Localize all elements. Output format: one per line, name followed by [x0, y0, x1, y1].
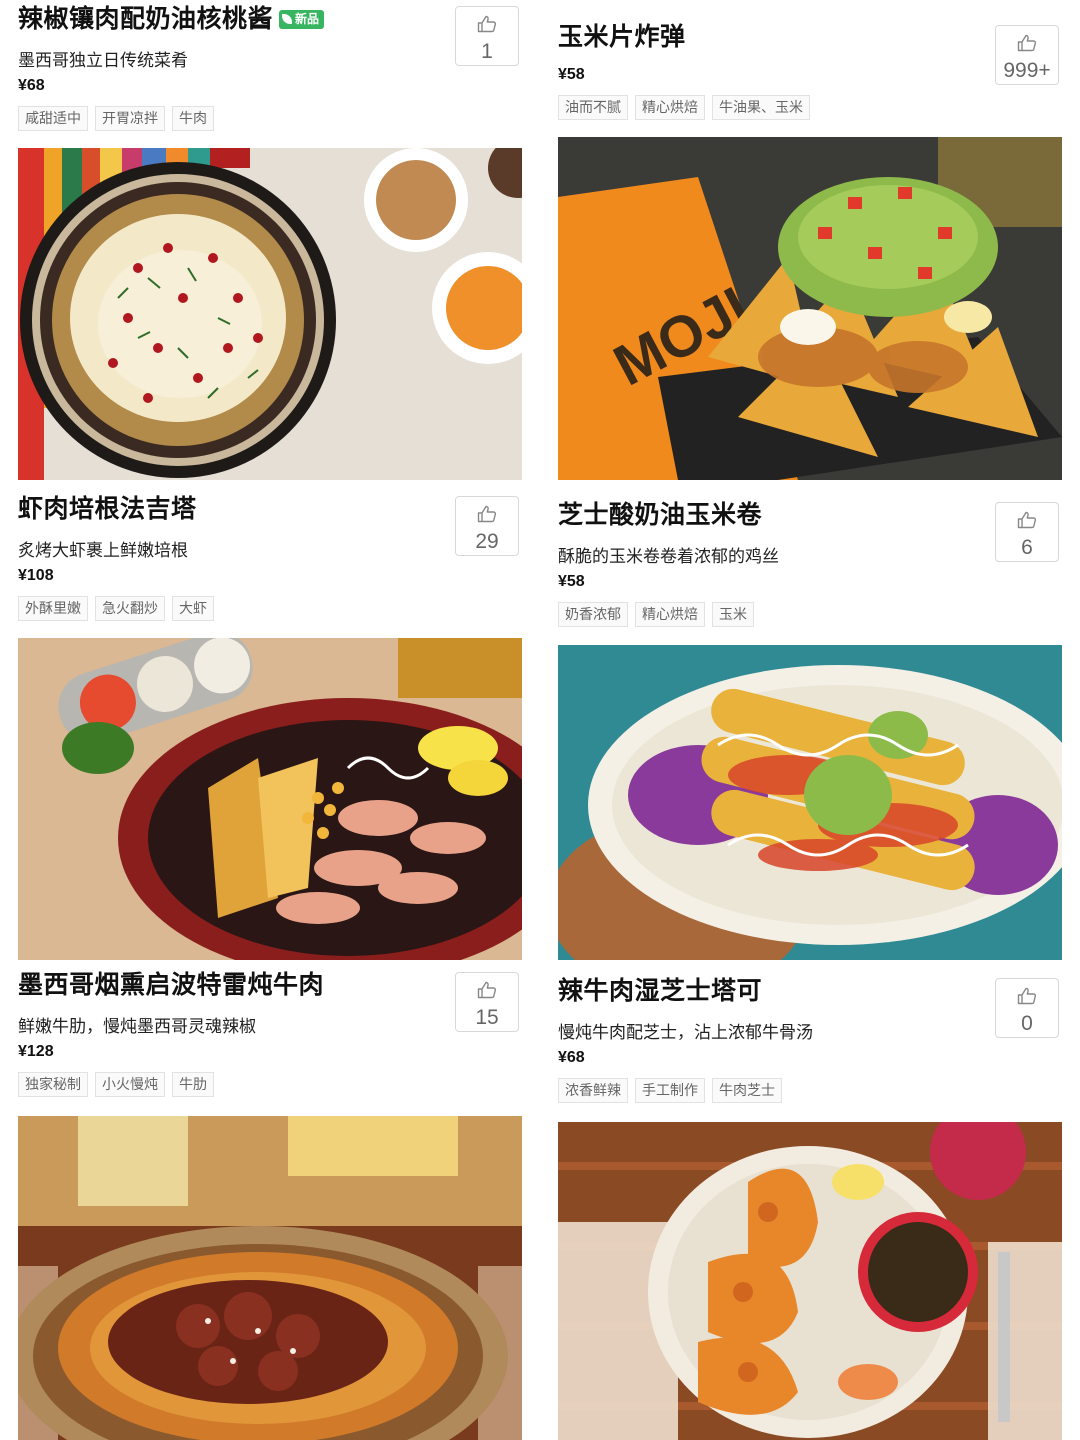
thumbs-up-icon: [477, 15, 497, 33]
dish-price: ¥58: [558, 66, 585, 83]
dish-description: 酥脆的玉米卷卷着浓郁的鸡丝: [558, 547, 779, 566]
dish-price: ¥108: [18, 567, 54, 584]
like-count: 0: [1021, 1012, 1033, 1035]
chipotle-beef-stew-photo[interactable]: [18, 1116, 522, 1440]
dish-description: 慢炖牛肉配芝士，沾上浓郁牛骨汤: [558, 1023, 813, 1042]
dish-tag: 精心烘焙: [635, 602, 705, 627]
dish-card[interactable]: 辣椒镶肉配奶油核桃酱 新品 墨西哥独立日传统菜肴 ¥68 咸甜适中 开胃凉拌 牛肉…: [18, 0, 522, 140]
birria-tacos-photo[interactable]: [558, 1122, 1062, 1440]
dish-description: 炙烤大虾裹上鲜嫩培根: [18, 541, 188, 560]
dish-description: 鲜嫩牛肋，慢炖墨西哥灵魂辣椒: [18, 1017, 256, 1036]
dish-tag: 牛肉: [172, 106, 214, 131]
like-button[interactable]: 29: [455, 496, 519, 556]
new-badge: 新品: [279, 10, 325, 29]
like-button[interactable]: 15: [455, 972, 519, 1032]
thumbs-up-icon: [477, 505, 497, 523]
dish-tag: 小火慢炖: [95, 1072, 165, 1097]
like-button[interactable]: 6: [995, 502, 1059, 562]
chile-en-nogada-photo[interactable]: [18, 148, 522, 480]
dish-tag: 咸甜适中: [18, 106, 88, 131]
leaf-icon: [282, 14, 293, 24]
like-count: 29: [475, 530, 499, 553]
dish-tags: 浓香鲜辣 手工制作 牛肉芝士: [558, 1078, 782, 1103]
dish-description: 墨西哥独立日传统菜肴: [18, 51, 188, 70]
dish-tag: 奶香浓郁: [558, 602, 628, 627]
dish-price: ¥68: [558, 1049, 585, 1066]
dish-tag: 独家秘制: [18, 1072, 88, 1097]
dish-price: ¥68: [18, 77, 45, 94]
dish-card[interactable]: 虾肉培根法吉塔 炙烤大虾裹上鲜嫩培根 ¥108 外酥里嫩 急火翻炒 大虾 29: [18, 490, 522, 630]
like-button[interactable]: 1: [455, 6, 519, 66]
dish-name: 玉米片炸弹: [558, 23, 686, 51]
dish-tag: 外酥里嫩: [18, 596, 88, 621]
dish-tag: 手工制作: [635, 1078, 705, 1103]
dish-tags: 咸甜适中 开胃凉拌 牛肉: [18, 106, 214, 131]
dish-name: 芝士酸奶油玉米卷: [558, 501, 763, 529]
dish-name-text: 辣椒镶肉配奶油核桃酱: [18, 5, 274, 33]
dish-tag: 油而不腻: [558, 95, 628, 120]
shrimp-bacon-fajita-photo[interactable]: [18, 638, 522, 960]
dish-tags: 外酥里嫩 急火翻炒 大虾: [18, 596, 214, 621]
like-count: 999+: [1003, 59, 1051, 82]
dish-name: 辣牛肉湿芝士塔可: [558, 977, 763, 1005]
dish-name: 虾肉培根法吉塔: [18, 495, 197, 523]
dish-tags: 油而不腻 精心烘焙 牛油果、玉米: [558, 95, 810, 120]
thumbs-up-icon: [477, 981, 497, 999]
dish-tag: 大虾: [172, 596, 214, 621]
like-count: 1: [481, 40, 493, 63]
dish-name: 辣椒镶肉配奶油核桃酱 新品: [18, 2, 325, 36]
dish-card[interactable]: 墨西哥烟熏启波特雷炖牛肉 鲜嫩牛肋，慢炖墨西哥灵魂辣椒 ¥128 独家秘制 小火…: [18, 968, 522, 1108]
dish-card[interactable]: 玉米片炸弹 ¥58 油而不腻 精心烘焙 牛油果、玉米 999+: [558, 0, 1062, 128]
dish-name: 墨西哥烟熏启波特雷炖牛肉: [18, 971, 325, 999]
dish-card[interactable]: 芝士酸奶油玉米卷 酥脆的玉米卷卷着浓郁的鸡丝 ¥58 奶香浓郁 精心烘焙 玉米 …: [558, 496, 1062, 636]
like-button[interactable]: 0: [995, 978, 1059, 1038]
like-button[interactable]: 999+: [995, 25, 1059, 85]
thumbs-up-icon: [1017, 987, 1037, 1005]
thumbs-up-icon: [1017, 34, 1037, 52]
dish-tags: 奶香浓郁 精心烘焙 玉米: [558, 602, 754, 627]
dish-tag: 玉米: [712, 602, 754, 627]
dish-tag: 开胃凉拌: [95, 106, 165, 131]
dish-tag: 急火翻炒: [95, 596, 165, 621]
dish-tag: 精心烘焙: [635, 95, 705, 120]
flautas-photo[interactable]: [558, 645, 1062, 960]
new-badge-label: 新品: [295, 12, 320, 26]
dish-tags: 独家秘制 小火慢炖 牛肋: [18, 1072, 214, 1097]
like-count: 15: [475, 1006, 499, 1029]
like-count: 6: [1021, 536, 1033, 559]
nachos-photo[interactable]: MOJI: [558, 137, 1062, 480]
dish-tag: 浓香鲜辣: [558, 1078, 628, 1103]
dish-tag: 牛油果、玉米: [712, 95, 810, 120]
dish-price: ¥128: [18, 1043, 54, 1060]
thumbs-up-icon: [1017, 511, 1037, 529]
dish-tag: 牛肋: [172, 1072, 214, 1097]
dish-card[interactable]: 辣牛肉湿芝士塔可 慢炖牛肉配芝士，沾上浓郁牛骨汤 ¥68 浓香鲜辣 手工制作 牛…: [558, 974, 1062, 1114]
dish-price: ¥58: [558, 573, 585, 590]
dish-tag: 牛肉芝士: [712, 1078, 782, 1103]
